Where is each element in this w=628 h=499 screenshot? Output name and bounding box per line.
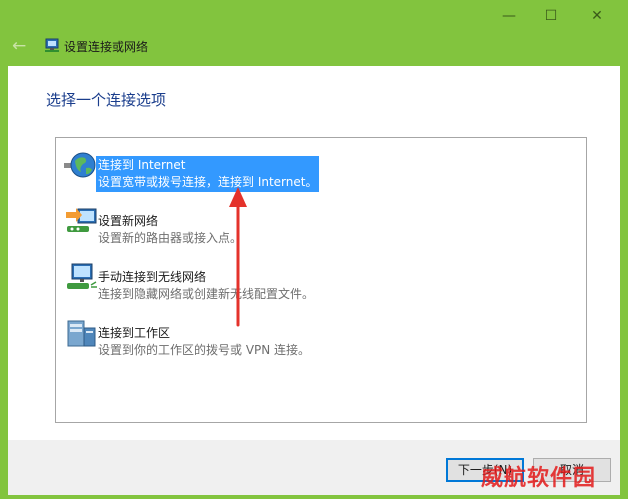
option-connect-internet[interactable]: 连接到 Internet 设置宽带或拨号连接，连接到 Internet。 bbox=[61, 144, 581, 192]
option-title: 连接到 Internet bbox=[98, 158, 186, 172]
window-frame-right bbox=[620, 66, 628, 499]
close-button[interactable]: ✕ bbox=[574, 4, 620, 28]
option-description: 设置到你的工作区的拨号或 VPN 连接。 bbox=[98, 343, 311, 357]
option-description: 连接到隐藏网络或创建新无线配置文件。 bbox=[98, 287, 315, 301]
window-frame-bottom bbox=[0, 495, 628, 499]
option-connect-workplace[interactable]: 连接到工作区 设置到你的工作区的拨号或 VPN 连接。 bbox=[61, 312, 581, 357]
maximize-button[interactable]: ☐ bbox=[528, 4, 574, 28]
window-frame-left bbox=[0, 66, 8, 499]
wireless-monitor-icon bbox=[67, 263, 97, 289]
option-description: 设置宽带或拨号连接，连接到 Internet。 bbox=[98, 175, 318, 189]
option-manual-wireless[interactable]: 手动连接到无线网络 连接到隐藏网络或创建新无线配置文件。 bbox=[61, 256, 581, 301]
page-heading: 选择一个连接选项 bbox=[46, 91, 167, 109]
red-annotation-arrow bbox=[229, 187, 247, 327]
option-text: 手动连接到无线网络 连接到隐藏网络或创建新无线配置文件。 bbox=[96, 268, 316, 304]
workplace-server-icon bbox=[67, 320, 96, 347]
back-button[interactable]: ← bbox=[12, 36, 26, 56]
window-title: 设置连接或网络 bbox=[64, 40, 149, 54]
globe-network-icon bbox=[64, 152, 96, 178]
connection-options-list: 连接到 Internet 设置宽带或拨号连接，连接到 Internet。 设置新… bbox=[55, 137, 587, 423]
network-setup-icon bbox=[45, 38, 59, 52]
option-setup-network[interactable]: 设置新网络 设置新的路由器或接入点。 bbox=[61, 200, 581, 245]
option-title: 手动连接到无线网络 bbox=[98, 270, 207, 284]
watermark: 威航软件园 bbox=[481, 466, 597, 491]
minimize-button[interactable]: — bbox=[486, 4, 532, 28]
router-setup-icon bbox=[66, 208, 97, 232]
option-text: 连接到 Internet 设置宽带或拨号连接，连接到 Internet。 bbox=[96, 156, 320, 192]
option-text: 连接到工作区 设置到你的工作区的拨号或 VPN 连接。 bbox=[96, 324, 312, 360]
option-title: 连接到工作区 bbox=[98, 326, 171, 340]
